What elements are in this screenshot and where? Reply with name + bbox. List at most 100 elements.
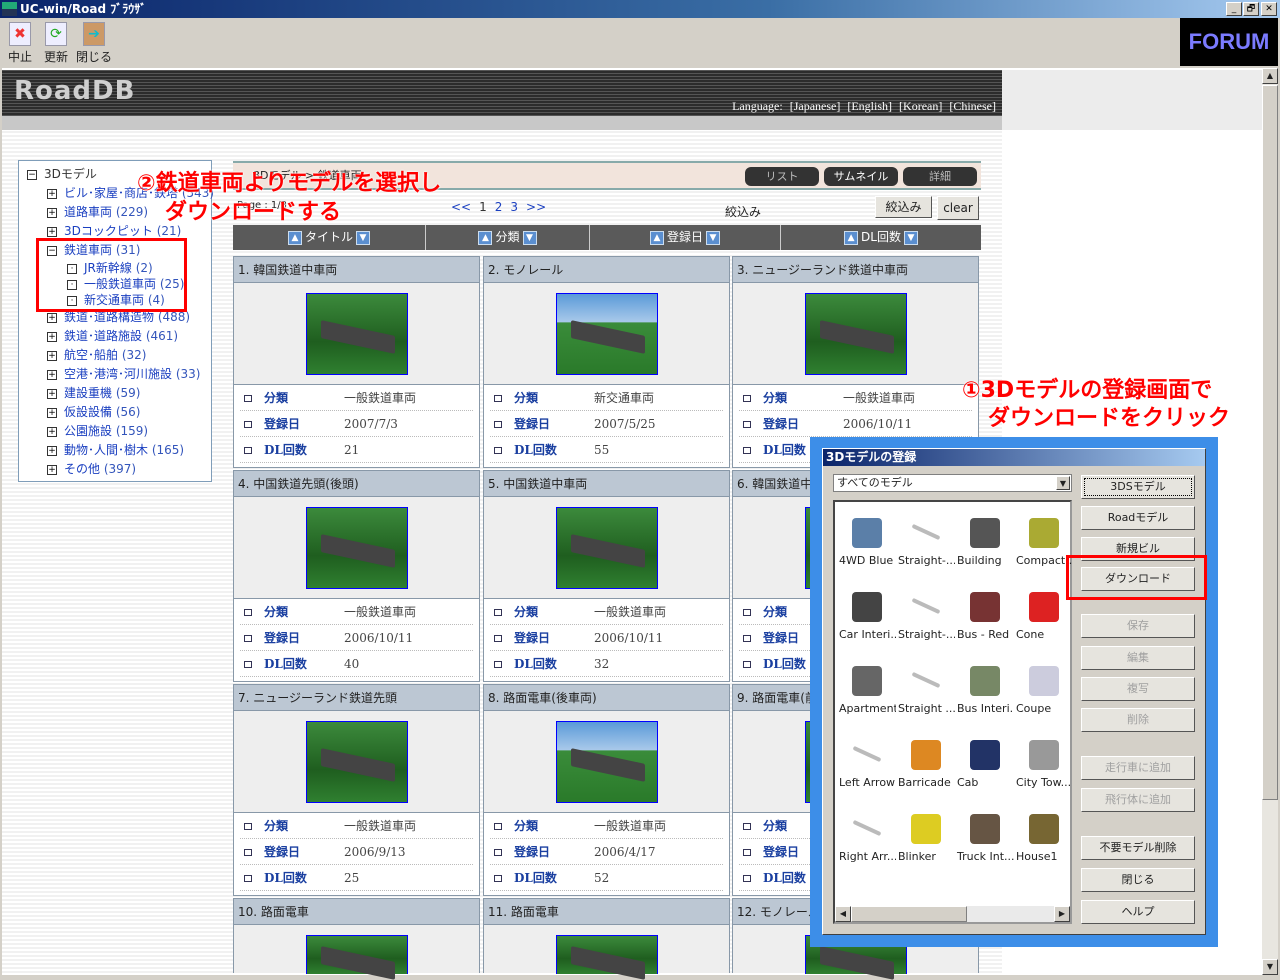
model-card[interactable]: 1. 韓国鉄道中車両 分類 一般鉄道車両 登録日 2007/7/3 DL回数 21	[233, 256, 480, 468]
model-thumbnail[interactable]	[306, 293, 408, 375]
clear-button[interactable]: clear	[937, 196, 979, 220]
stop-button[interactable]: ✖ 中止	[2, 22, 38, 65]
model-card[interactable]: 4. 中国鉄道先頭(後頭) 分類 一般鉄道車両 登録日 2006/10/11 DL回数 40	[233, 470, 480, 682]
expand-icon[interactable]: +	[47, 331, 57, 342]
model-item[interactable]: City Tow...	[1014, 726, 1073, 800]
card-title[interactable]: 2. モノレール	[484, 257, 729, 283]
sort-title[interactable]: ▲ タイトル ▼	[233, 225, 426, 250]
chevron-down-icon[interactable]: ▼	[1056, 476, 1070, 490]
minimize-button[interactable]: _	[1226, 2, 1242, 16]
model-thumbnail[interactable]	[805, 293, 907, 375]
tree-item[interactable]: + 鉄道･道路施設 (461)	[19, 327, 211, 346]
model-card[interactable]: 11. 路面電車	[483, 898, 730, 980]
model-item[interactable]: Coupe	[1014, 652, 1073, 726]
model-item[interactable]: Right Arr...	[837, 800, 896, 874]
card-title[interactable]: 5. 中国鉄道中車両	[484, 471, 729, 497]
tree-item[interactable]: + 航空･船舶 (32)	[19, 346, 211, 365]
sort-desc-icon[interactable]: ▼	[356, 230, 370, 245]
dialog-button-0[interactable]: 3DSモデル	[1081, 475, 1195, 499]
dialog-button-11[interactable]: 閉じる	[1081, 868, 1195, 892]
model-thumbnail[interactable]	[556, 721, 658, 803]
scroll-thumb[interactable]	[851, 906, 967, 922]
page-next-link[interactable]: >>	[526, 200, 546, 214]
close-window-button[interactable]: ✕	[1261, 2, 1277, 16]
sort-date[interactable]: ▲ 登録日 ▼	[590, 225, 781, 250]
lang-chinese-link[interactable]: [Chinese]	[949, 99, 996, 113]
model-item[interactable]: Left Arrow	[837, 726, 896, 800]
expand-icon[interactable]: +	[47, 350, 57, 361]
card-title[interactable]: 7. ニュージーランド鉄道先頭	[234, 685, 479, 711]
filter-button[interactable]: 絞込み	[875, 196, 932, 218]
model-filter-select[interactable]: すべてのモデル ▼	[833, 474, 1072, 492]
expand-icon[interactable]: +	[47, 426, 57, 437]
model-thumbnail[interactable]	[306, 507, 408, 589]
page-1[interactable]: 1	[479, 200, 487, 214]
vertical-scrollbar[interactable]: ▲ ▼	[1262, 68, 1278, 975]
model-thumbnail[interactable]	[556, 293, 658, 375]
model-thumbnail[interactable]	[306, 721, 408, 803]
list-view-button[interactable]: リスト	[745, 167, 819, 186]
model-item[interactable]: Cone	[1014, 578, 1073, 652]
model-item[interactable]: House1	[1014, 800, 1073, 874]
detail-view-button[interactable]: 詳細	[903, 167, 977, 186]
model-card[interactable]: 5. 中国鉄道中車両 分類 一般鉄道車両 登録日 2006/10/11 DL回数 32	[483, 470, 730, 682]
model-item[interactable]: Apartment	[837, 652, 896, 726]
refresh-button[interactable]: ⟳ 更新	[38, 22, 74, 65]
model-item[interactable]: Straight-...	[896, 578, 955, 652]
dialog-button-1[interactable]: Roadモデル	[1081, 506, 1195, 530]
page-2[interactable]: 2	[495, 200, 503, 214]
tree-item[interactable]: + 仮設設備 (56)	[19, 403, 211, 422]
sort-category[interactable]: ▲ 分類 ▼	[426, 225, 590, 250]
sort-asc-icon[interactable]: ▲	[649, 230, 664, 245]
model-item[interactable]: Straight ...	[896, 652, 955, 726]
model-item[interactable]: Straight-...	[896, 504, 955, 578]
scroll-thumb[interactable]	[1262, 85, 1278, 800]
sort-asc-icon[interactable]: ▲	[287, 230, 302, 245]
expand-icon[interactable]: +	[47, 369, 57, 380]
card-title[interactable]: 1. 韓国鉄道中車両	[234, 257, 479, 283]
horizontal-scrollbar[interactable]: ◀ ▶	[835, 906, 1070, 922]
dialog-button-12[interactable]: ヘルプ	[1081, 900, 1195, 924]
model-list[interactable]: ◀ ▶ 4WD Blue Straight-... Building Compact …	[833, 500, 1073, 924]
sort-downloads[interactable]: ▲ DL回数 ▼	[781, 225, 981, 250]
tree-item[interactable]: + 動物･人間･樹木 (165)	[19, 441, 211, 460]
model-item[interactable]: Car Interi...	[837, 578, 896, 652]
card-title[interactable]: 4. 中国鉄道先頭(後頭)	[234, 471, 479, 497]
scroll-left-button[interactable]: ◀	[835, 906, 851, 922]
model-item[interactable]: Blinker	[896, 800, 955, 874]
page-3[interactable]: 3	[510, 200, 518, 214]
expand-icon[interactable]: +	[47, 188, 57, 199]
model-item[interactable]: 4WD Blue	[837, 504, 896, 578]
model-item[interactable]: Bus - Red	[955, 578, 1014, 652]
model-thumbnail[interactable]	[556, 935, 658, 980]
card-title[interactable]: 10. 路面電車	[234, 899, 479, 925]
model-item[interactable]: Compact ...	[1014, 504, 1073, 578]
dialog-button-10[interactable]: 不要モデル削除	[1081, 836, 1195, 860]
model-card[interactable]: 2. モノレール 分類 新交通車両 登録日 2007/5/25 DL回数 55	[483, 256, 730, 468]
card-title[interactable]: 11. 路面電車	[484, 899, 729, 925]
scroll-right-button[interactable]: ▶	[1054, 906, 1070, 922]
collapse-icon[interactable]: −	[27, 169, 37, 180]
close-button[interactable]: ➔ 閉じる	[76, 22, 112, 65]
lang-korean-link[interactable]: [Korean]	[899, 99, 942, 113]
expand-icon[interactable]: +	[47, 445, 57, 456]
sort-desc-icon[interactable]: ▼	[903, 230, 918, 245]
card-title[interactable]: 8. 路面電車(後車両)	[484, 685, 729, 711]
lang-english-link[interactable]: [English]	[847, 99, 892, 113]
model-item[interactable]: Barricade	[896, 726, 955, 800]
expand-icon[interactable]: +	[47, 226, 57, 237]
model-item[interactable]: Cab	[955, 726, 1014, 800]
sort-desc-icon[interactable]: ▼	[522, 230, 537, 245]
expand-icon[interactable]: +	[47, 207, 57, 218]
model-thumbnail[interactable]	[556, 507, 658, 589]
model-thumbnail[interactable]	[306, 935, 408, 980]
sort-asc-icon[interactable]: ▲	[844, 230, 859, 245]
expand-icon[interactable]: +	[47, 312, 57, 323]
page-first-link[interactable]: <<	[451, 200, 471, 214]
sort-desc-icon[interactable]: ▼	[706, 230, 720, 245]
model-card[interactable]: 7. ニュージーランド鉄道先頭 分類 一般鉄道車両 登録日 2006/9/13 DL回数 2…	[233, 684, 480, 896]
expand-icon[interactable]: +	[47, 407, 57, 418]
card-title[interactable]: 3. ニュージーランド鉄道中車両	[733, 257, 978, 283]
sort-asc-icon[interactable]: ▲	[478, 230, 493, 245]
tree-item[interactable]: + 空港･港湾･河川施設 (33)	[19, 365, 211, 384]
